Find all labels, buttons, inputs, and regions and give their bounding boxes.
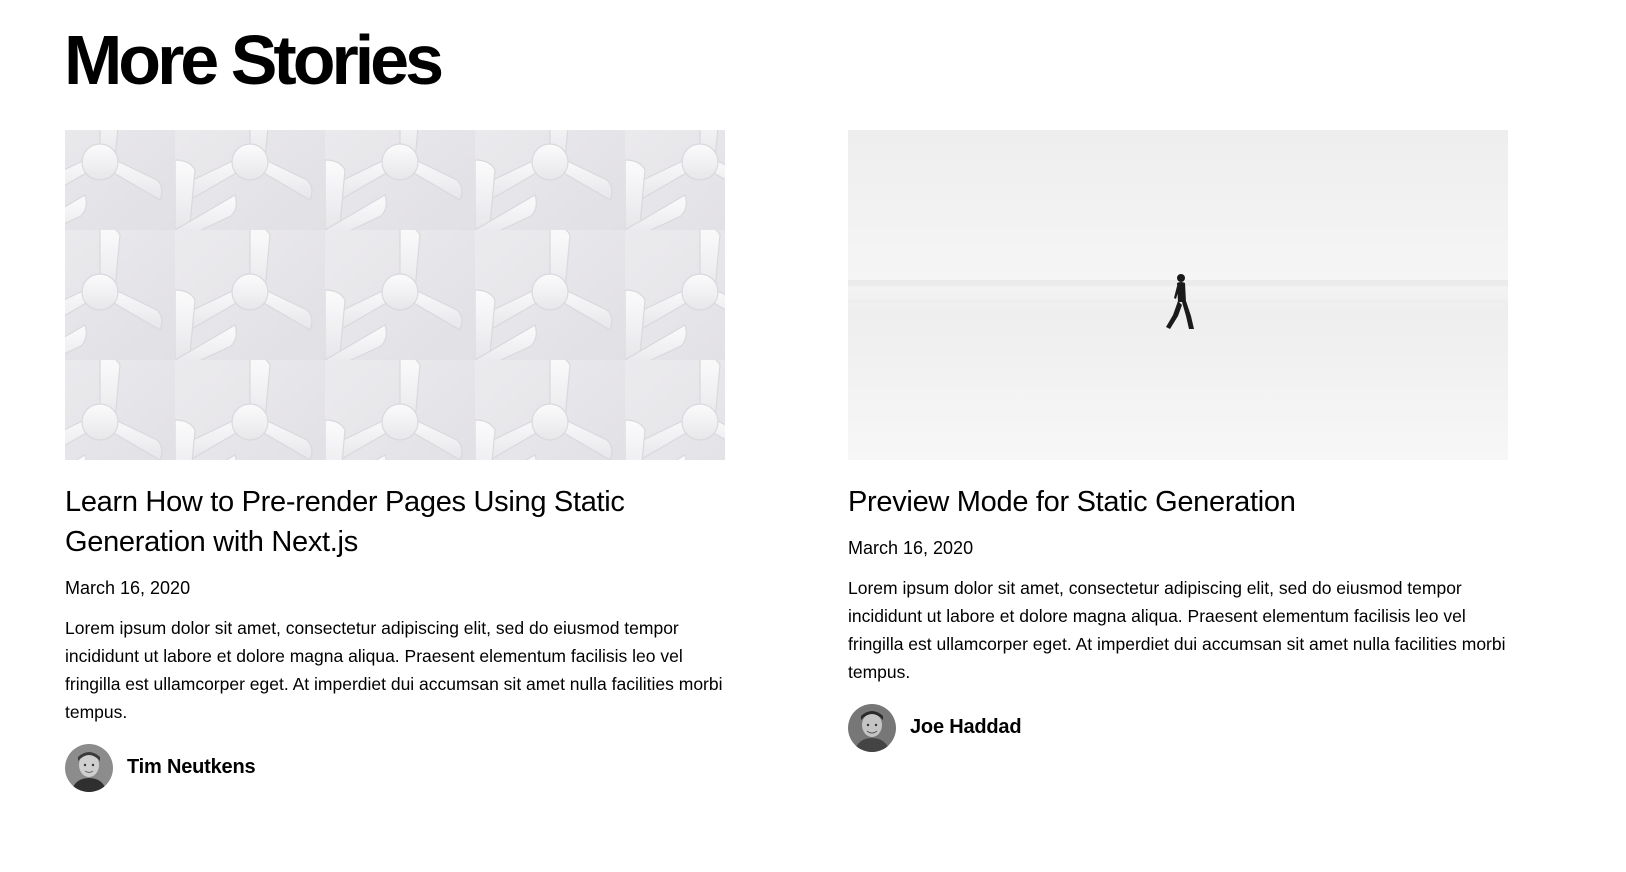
author-avatar (848, 703, 896, 752)
post-card: Preview Mode for Static Generation March… (848, 130, 1508, 752)
author-name: Tim Neutkens (127, 756, 256, 778)
author: Tim Neutkens (65, 743, 725, 792)
section-title: More Stories (64, 21, 444, 99)
post-cover-link[interactable] (65, 130, 725, 460)
author-name: Joe Haddad (910, 716, 1022, 738)
author-avatar (65, 743, 113, 792)
post-title-link[interactable]: Learn How to Pre-render Pages Using Stat… (65, 482, 725, 562)
avatar-icon (65, 743, 113, 792)
more-stories-section: More Stories Learn How to Pre-render Pag… (0, 0, 1626, 872)
post-title-link[interactable]: Preview Mode for Static Generation (848, 482, 1508, 522)
post-cover-link[interactable] (848, 130, 1508, 460)
weave-pattern-image (65, 130, 725, 460)
avatar-icon (848, 703, 896, 752)
post-date: March 16, 2020 (65, 578, 191, 598)
person-walking-in-snow-image (848, 130, 1508, 460)
author: Joe Haddad (848, 703, 1508, 752)
post-excerpt: Lorem ipsum dolor sit amet, consectetur … (848, 578, 1506, 682)
post-excerpt: Lorem ipsum dolor sit amet, consectetur … (65, 618, 723, 722)
post-card: Learn How to Pre-render Pages Using Stat… (65, 130, 725, 792)
post-date: March 16, 2020 (848, 538, 974, 558)
